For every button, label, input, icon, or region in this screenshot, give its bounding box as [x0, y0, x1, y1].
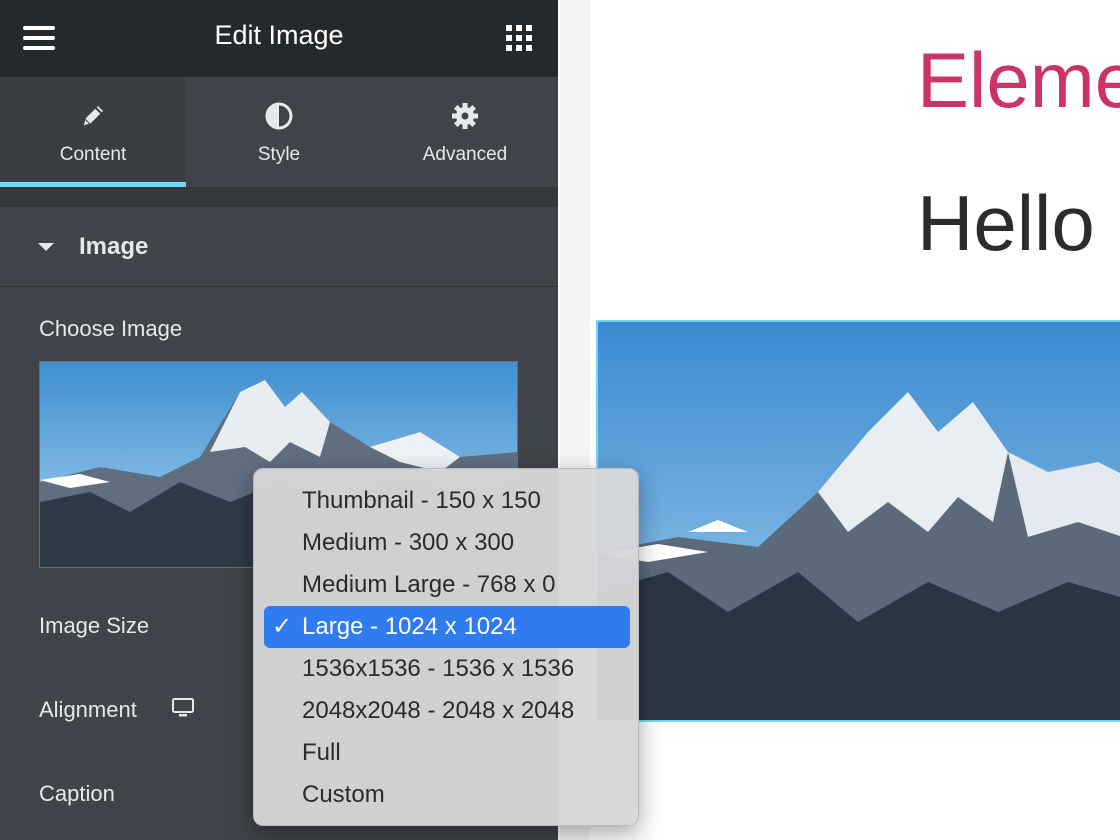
grid-icon[interactable] [506, 25, 532, 51]
panel-header: Edit Image [0, 0, 558, 77]
option-label: Medium Large - 768 x 0 [302, 571, 556, 598]
option-label: Custom [302, 781, 385, 808]
site-title[interactable]: Eleme [917, 35, 1120, 126]
panel-tabs: Content Style Advanced [0, 77, 558, 187]
option-label: Thumbnail - 150 x 150 [302, 487, 541, 514]
option-thumbnail[interactable]: Thumbnail - 150 x 150 [264, 480, 630, 522]
tab-advanced[interactable]: Advanced [372, 77, 558, 187]
option-medium-large[interactable]: Medium Large - 768 x 0 [264, 564, 630, 606]
tabs-divider [0, 187, 558, 207]
option-1536[interactable]: 1536x1536 - 1536 x 1536 [264, 648, 630, 690]
page-preview: Eleme Hello [590, 0, 1120, 840]
option-label: Large - 1024 x 1024 [302, 613, 517, 640]
desktop-icon[interactable] [172, 698, 194, 718]
tab-content-label: Content [59, 144, 127, 165]
section-title: Image [79, 233, 149, 260]
panel-title: Edit Image [214, 20, 344, 50]
option-label: 2048x2048 - 2048 x 2048 [302, 697, 575, 724]
alignment-label: Alignment [39, 697, 137, 722]
option-label: 1536x1536 - 1536 x 1536 [302, 655, 575, 682]
tab-style[interactable]: Style [186, 77, 372, 187]
tab-content[interactable]: Content [0, 77, 186, 187]
section-image-toggle[interactable]: Image [0, 207, 558, 287]
caret-down-icon [38, 243, 54, 251]
half-circle-icon [265, 102, 293, 130]
pencil-icon [82, 106, 103, 127]
option-label: Medium - 300 x 300 [302, 529, 515, 556]
mountain-image [598, 322, 1120, 720]
preview-heading[interactable]: Hello [917, 178, 1095, 269]
option-full[interactable]: Full [264, 732, 630, 774]
image-size-dropdown[interactable]: Thumbnail - 150 x 150 Medium - 300 x 300… [253, 468, 639, 826]
image-size-label: Image Size [39, 613, 150, 638]
preview-image[interactable] [596, 320, 1120, 722]
option-custom[interactable]: Custom [264, 774, 630, 816]
option-label: Full [302, 739, 341, 766]
checkmark-icon: ✓ [272, 613, 293, 640]
tab-style-label: Style [257, 144, 301, 165]
option-2048[interactable]: 2048x2048 - 2048 x 2048 [264, 690, 630, 732]
caption-label: Caption [39, 781, 115, 806]
option-medium[interactable]: Medium - 300 x 300 [264, 522, 630, 564]
option-large[interactable]: ✓ Large - 1024 x 1024 [264, 606, 630, 648]
gear-icon [452, 103, 478, 129]
tab-advanced-label: Advanced [422, 144, 508, 165]
choose-image-label: Choose Image [39, 316, 183, 341]
